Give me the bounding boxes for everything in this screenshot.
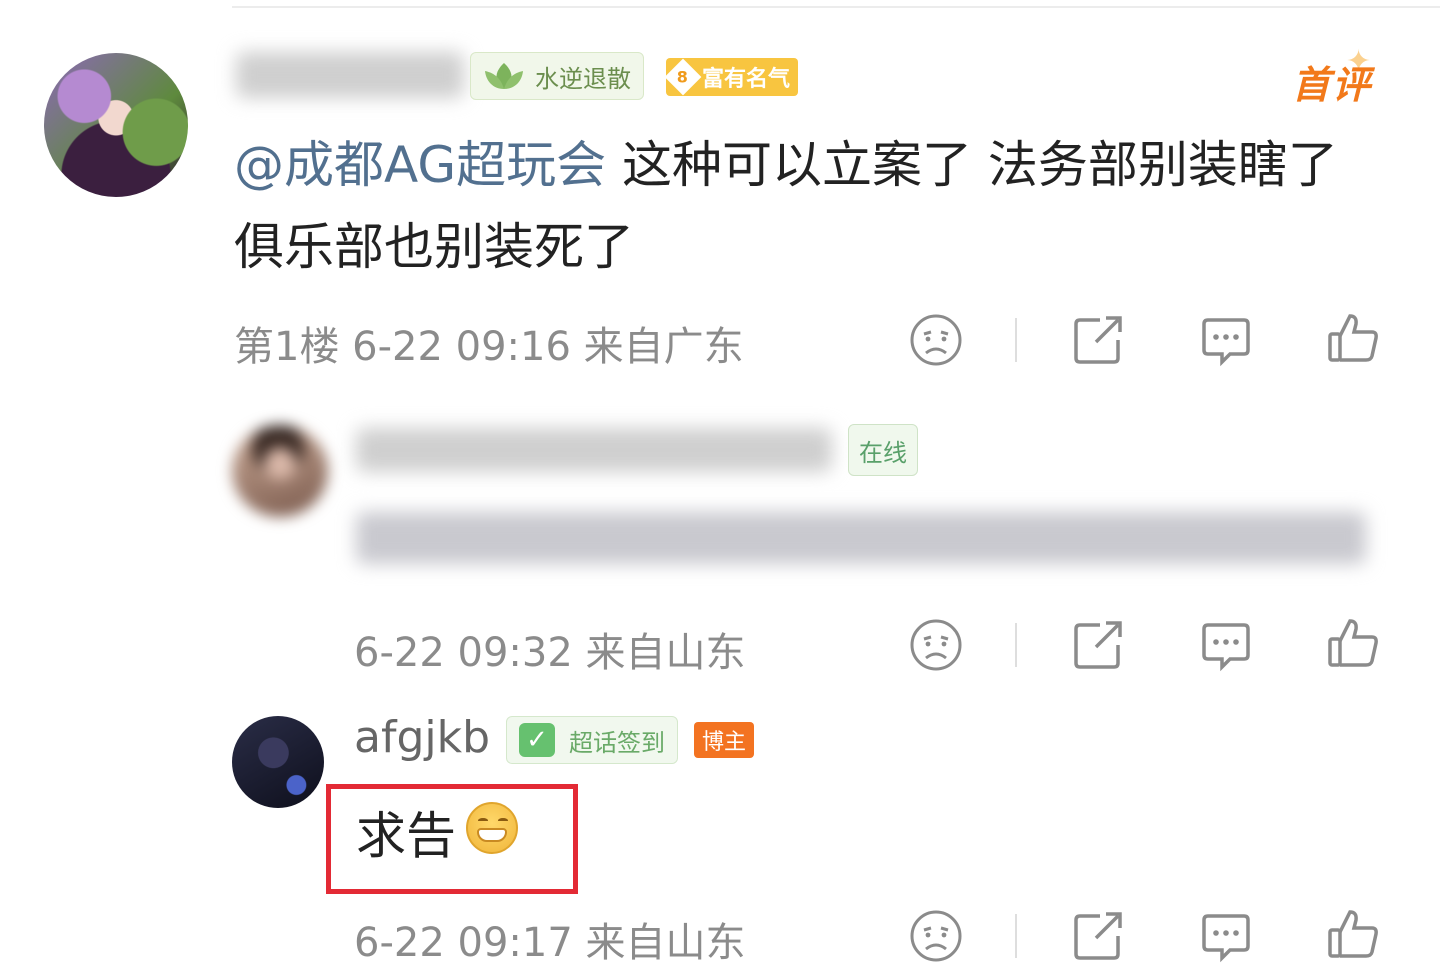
share-icon: [1074, 316, 1122, 364]
level-diamond-icon: 8: [664, 58, 702, 96]
dislike-icon: [910, 314, 962, 366]
action-separator: [1015, 914, 1017, 958]
badge-checkin[interactable]: ✓ 超话签到: [506, 716, 678, 764]
checkmark-icon: ✓: [519, 723, 555, 757]
share-button[interactable]: [1070, 312, 1126, 372]
reply-button[interactable]: [1198, 908, 1254, 968]
action-separator: [1015, 318, 1017, 362]
comment-icon: [1202, 914, 1250, 963]
dislike-button[interactable]: [908, 908, 964, 968]
reply-meta: 6-22 09:32 来自山东: [354, 630, 746, 676]
like-button[interactable]: [1326, 310, 1382, 370]
badge-blogger-label: 博主: [702, 730, 747, 755]
first-comment-tag: 首评: [1292, 63, 1373, 107]
badge-water[interactable]: 水逆退散: [470, 52, 644, 100]
reply-button[interactable]: [1198, 312, 1254, 372]
badge-water-label: 水逆退散: [535, 64, 631, 93]
badge-level[interactable]: 8 富有名气: [664, 58, 799, 96]
like-icon: [1328, 910, 1378, 958]
share-icon: [1074, 621, 1122, 669]
like-button[interactable]: [1326, 615, 1382, 675]
comment-meta: 第1楼 6-22 09:16 来自广东: [234, 324, 744, 370]
avatar[interactable]: [44, 53, 188, 197]
like-icon: [1328, 619, 1378, 667]
avatar[interactable]: [232, 716, 324, 808]
badge-blogger: 博主: [694, 722, 755, 758]
username[interactable]: afgjkb: [354, 712, 490, 763]
comment-icon: [1202, 623, 1250, 672]
avatar[interactable]: [232, 425, 328, 517]
like-icon: [1328, 314, 1378, 362]
highlight-box: [326, 784, 578, 894]
comment-icon: [1202, 318, 1250, 367]
comment-text: @成都AG超玩会 这种可以立案了 法务部别装瞎了 俱乐部也别装死了: [234, 124, 1384, 288]
dislike-icon: [910, 619, 962, 671]
username-blurred[interactable]: [236, 52, 464, 98]
share-icon: [1074, 912, 1122, 960]
dislike-button[interactable]: [908, 617, 964, 677]
badge-online: 在线: [848, 424, 918, 476]
username-blurred[interactable]: [356, 428, 832, 472]
top-divider: [232, 6, 1440, 8]
lotus-icon: [485, 63, 523, 89]
share-button[interactable]: [1070, 617, 1126, 677]
dislike-icon: [910, 910, 962, 962]
share-button[interactable]: [1070, 908, 1126, 968]
reply-text-blurred: [356, 512, 1366, 564]
badge-fame-label: 富有名气: [702, 67, 791, 92]
mention-link[interactable]: @成都AG超玩会: [234, 136, 606, 194]
reply-meta: 6-22 09:17 来自山东: [354, 920, 746, 966]
badge-checkin-label: 超话签到: [569, 728, 665, 757]
like-button[interactable]: [1326, 906, 1382, 966]
badge-online-label: 在线: [859, 438, 907, 467]
level-number: 8: [677, 67, 689, 87]
action-separator: [1015, 623, 1017, 667]
dislike-button[interactable]: [908, 312, 964, 372]
reply-button[interactable]: [1198, 617, 1254, 677]
